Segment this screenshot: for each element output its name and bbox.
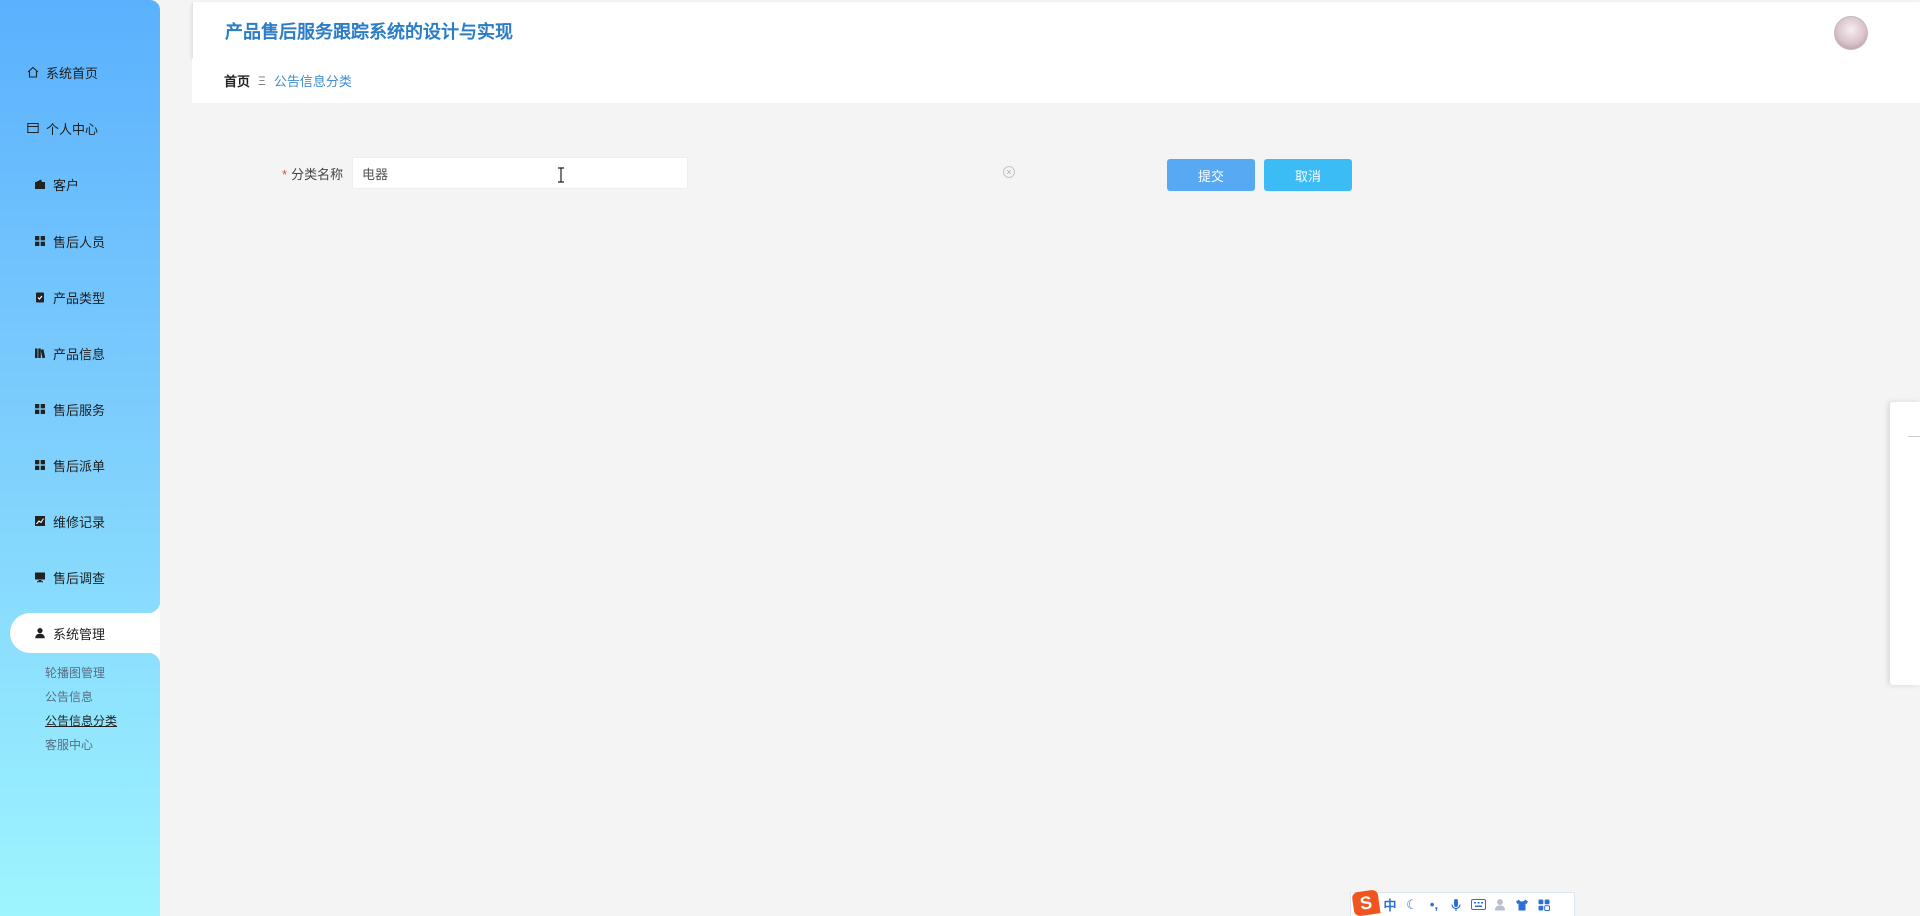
sidebar-item-label: 售后派单 xyxy=(53,458,106,474)
breadcrumb: 首页 Ξ 公告信息分类 xyxy=(192,58,1920,103)
panel-divider xyxy=(1908,436,1920,437)
cancel-button[interactable]: 取消 xyxy=(1264,159,1352,191)
app-title: 产品售后服务跟踪系统的设计与实现 xyxy=(225,22,513,42)
sidebar-item-product-info[interactable]: 产品信息 xyxy=(0,333,160,373)
grid-icon xyxy=(33,458,47,472)
punctuation-icon[interactable]: •, xyxy=(1423,895,1445,915)
sidebar-item-after-sales-staff[interactable]: 售后人员 xyxy=(0,221,160,261)
category-name-label-text: 分类名称 xyxy=(291,167,344,182)
monitor-icon xyxy=(33,570,47,584)
sidebar-item-customer[interactable]: 客户 xyxy=(0,164,160,204)
home-icon xyxy=(26,65,40,79)
submit-button[interactable]: 提交 xyxy=(1167,159,1255,191)
category-name-input[interactable] xyxy=(352,157,688,189)
sidebar: 系统首页 个人中心 客户 售后人员 产品类型 产品信息 售后服务 售后派单 维修… xyxy=(0,0,160,916)
sidebar-item-label: 维修记录 xyxy=(53,514,106,530)
grid-icon xyxy=(33,402,47,416)
sidebar-item-label: 售后服务 xyxy=(53,402,106,418)
category-name-label: * 分类名称 xyxy=(282,164,343,183)
mic-icon[interactable] xyxy=(1445,895,1467,915)
sidebar-item-label: 产品信息 xyxy=(53,346,106,362)
submenu-item-announcements[interactable]: 公告信息 xyxy=(45,688,93,705)
moon-icon[interactable]: ☾ xyxy=(1401,895,1423,915)
user-icon xyxy=(33,626,47,640)
sidebar-item-product-type[interactable]: 产品类型 xyxy=(0,277,160,317)
sidebar-item-label: 系统管理 xyxy=(53,626,106,642)
sidebar-item-after-sales-dispatch[interactable]: 售后派单 xyxy=(0,445,160,485)
sidebar-item-label: 个人中心 xyxy=(46,121,99,137)
sidebar-item-system-management[interactable]: 系统管理 xyxy=(10,601,160,665)
submenu-item-announcement-category[interactable]: 公告信息分类 xyxy=(45,712,117,729)
books-icon xyxy=(33,346,47,360)
text-cursor-icon xyxy=(558,167,564,183)
user-icon[interactable] xyxy=(1489,895,1511,915)
breadcrumb-home[interactable]: 首页 xyxy=(224,71,250,90)
shirt-icon[interactable] xyxy=(1511,895,1533,915)
ime-toolbar: S 中 ☾ •, xyxy=(1350,888,1575,916)
top-header: 产品售后服务跟踪系统的设计与实现 xyxy=(192,2,1920,58)
wallet-icon xyxy=(33,177,47,191)
floating-side-panel[interactable] xyxy=(1890,402,1920,685)
apps-icon[interactable] xyxy=(1533,895,1555,915)
id-card-icon xyxy=(26,121,40,135)
submenu-item-carousel[interactable]: 轮播图管理 xyxy=(45,664,105,681)
submenu-item-customer-service[interactable]: 客服中心 xyxy=(45,736,93,753)
avatar[interactable] xyxy=(1834,16,1868,50)
sidebar-item-repair-records[interactable]: 维修记录 xyxy=(0,501,160,541)
sidebar-item-label: 售后人员 xyxy=(53,234,106,250)
sidebar-item-personal-center[interactable]: 个人中心 xyxy=(0,108,160,148)
sidebar-item-label: 产品类型 xyxy=(53,290,106,306)
keyboard-icon[interactable] xyxy=(1467,895,1489,915)
breadcrumb-current: 公告信息分类 xyxy=(273,74,352,89)
sidebar-item-home[interactable]: 系统首页 xyxy=(0,52,160,92)
clear-input-icon[interactable]: × xyxy=(1003,166,1015,178)
sogou-logo-icon[interactable]: S xyxy=(1351,888,1381,916)
ime-chinese-mode[interactable]: 中 xyxy=(1379,895,1401,915)
chart-area-icon xyxy=(33,514,47,528)
sidebar-item-after-sales-service[interactable]: 售后服务 xyxy=(0,389,160,429)
required-mark: * xyxy=(282,167,288,182)
sidebar-item-after-sales-survey[interactable]: 售后调查 xyxy=(0,557,160,597)
sidebar-item-label: 系统首页 xyxy=(46,65,99,81)
breadcrumb-separator: Ξ xyxy=(258,73,266,88)
sidebar-item-label: 客户 xyxy=(53,177,80,193)
clipboard-check-icon xyxy=(33,290,47,304)
grid-icon xyxy=(33,234,47,248)
sidebar-item-label: 售后调查 xyxy=(53,570,106,586)
